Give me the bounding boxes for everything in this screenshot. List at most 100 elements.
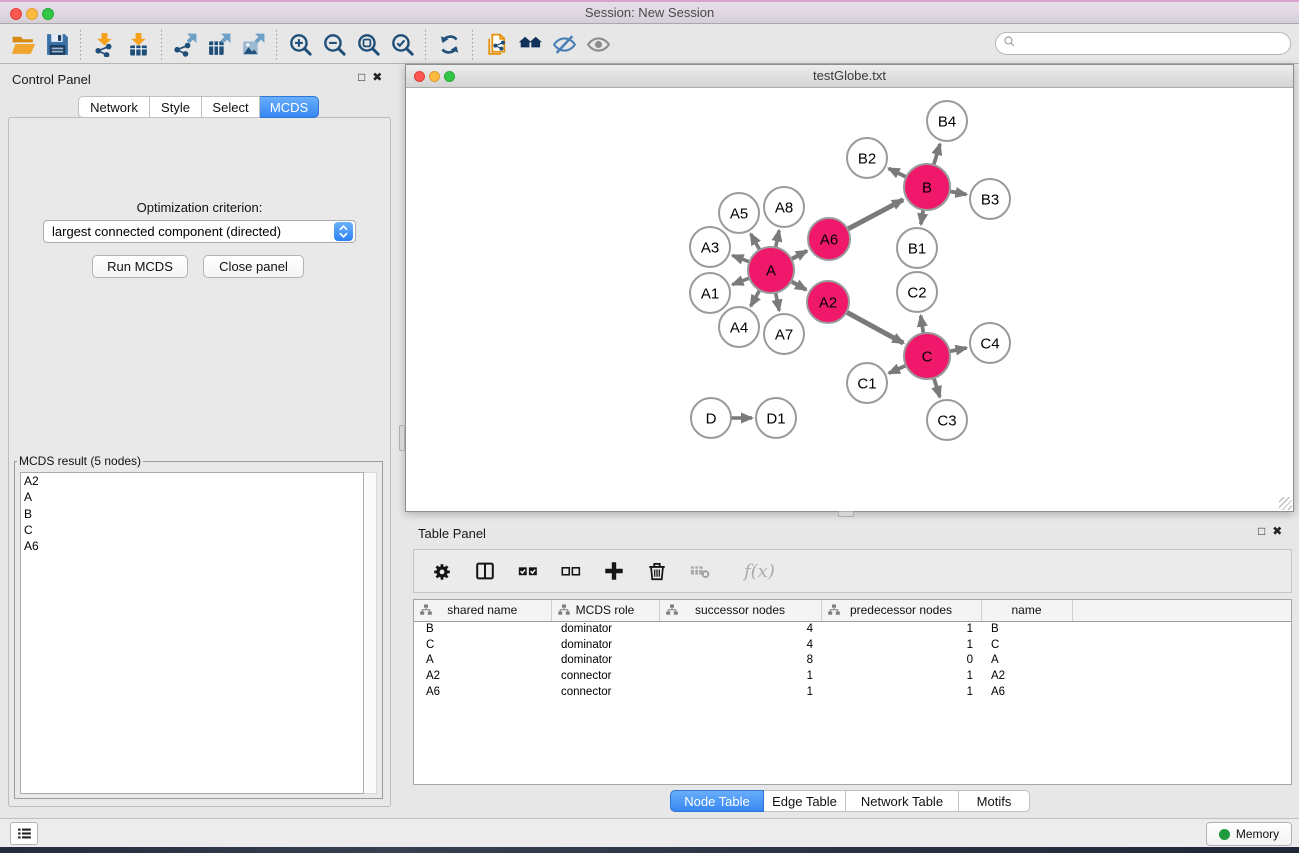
- tab-network-table[interactable]: Network Table: [846, 790, 959, 812]
- column-header-shared-name[interactable]: shared name: [414, 600, 551, 621]
- add-column-icon[interactable]: [600, 557, 628, 585]
- mcds-result-list[interactable]: A2ABCA6: [20, 472, 364, 794]
- table-row[interactable]: A2connector11A2: [414, 668, 1291, 684]
- network-zoom-button[interactable]: [444, 71, 455, 82]
- table-row[interactable]: Adominator80A: [414, 652, 1291, 668]
- criterion-dropdown[interactable]: largest connected component (directed): [43, 220, 356, 243]
- desktop-background-strip: [0, 847, 1299, 853]
- svg-text:B3: B3: [981, 191, 999, 208]
- zoom-in-icon[interactable]: [283, 29, 317, 61]
- zoom-fit-icon[interactable]: [351, 29, 385, 61]
- column-header-filler: [1072, 600, 1291, 621]
- graph-node-A6[interactable]: A6: [808, 218, 850, 260]
- network-minimize-button[interactable]: [429, 71, 440, 82]
- close-table-panel-icon[interactable]: ✖: [1272, 524, 1282, 538]
- open-folder-icon[interactable]: [6, 29, 40, 61]
- clone-network-icon[interactable]: [479, 29, 513, 61]
- tab-edge-table[interactable]: Edge Table: [764, 790, 846, 812]
- graph-node-A7[interactable]: A7: [764, 314, 804, 354]
- minimize-window-button[interactable]: [26, 8, 38, 20]
- split-panel-icon[interactable]: [471, 557, 499, 585]
- mcds-result-item[interactable]: A6: [21, 538, 363, 554]
- search-input[interactable]: [1016, 37, 1290, 51]
- column-header-MCDS-role[interactable]: MCDS role: [551, 600, 659, 621]
- export-table-icon[interactable]: [202, 29, 236, 61]
- graph-node-B1[interactable]: B1: [897, 228, 937, 268]
- dropdown-stepper-icon: [334, 222, 353, 241]
- save-icon[interactable]: [40, 29, 74, 61]
- graph-node-B[interactable]: B: [904, 164, 950, 210]
- deselect-all-icon[interactable]: [557, 557, 585, 585]
- export-image-icon[interactable]: [236, 29, 270, 61]
- home-icon[interactable]: [513, 29, 547, 61]
- memory-button[interactable]: Memory: [1206, 822, 1292, 846]
- network-close-button[interactable]: [414, 71, 425, 82]
- zoom-out-icon[interactable]: [317, 29, 351, 61]
- svg-text:C4: C4: [980, 335, 999, 352]
- graph-node-C2[interactable]: C2: [897, 272, 937, 312]
- gear-icon[interactable]: [428, 557, 456, 585]
- tab-network[interactable]: Network: [78, 96, 150, 118]
- table-row[interactable]: Cdominator41C: [414, 637, 1291, 653]
- tab-node-table[interactable]: Node Table: [670, 790, 764, 812]
- horizontal-splitter-handle[interactable]: [838, 511, 854, 517]
- show-eye-icon[interactable]: [581, 29, 615, 61]
- status-bar: Memory: [0, 818, 1299, 847]
- zoom-window-button[interactable]: [42, 8, 54, 20]
- mcds-result-item[interactable]: B: [21, 506, 363, 522]
- select-all-icon[interactable]: [514, 557, 542, 585]
- close-panel-button[interactable]: Close panel: [203, 255, 304, 278]
- hide-eye-icon[interactable]: [547, 29, 581, 61]
- export-network-icon[interactable]: [168, 29, 202, 61]
- mcds-result-item[interactable]: A2: [21, 473, 363, 489]
- function-builder-icon[interactable]: f(x): [744, 561, 775, 582]
- graph-node-D1[interactable]: D1: [756, 398, 796, 438]
- mcds-result-scrollbar[interactable]: [364, 472, 377, 794]
- tab-style[interactable]: Style: [150, 96, 202, 118]
- resize-grip-icon[interactable]: [1279, 497, 1292, 510]
- network-canvas[interactable]: B4 B2 B B3 A8A5 A6 A3 B1 A A1 C2 A2 A4 A7 C4 C C1 C3 D D1: [406, 88, 1293, 512]
- graph-node-A1[interactable]: A1: [690, 273, 730, 313]
- graph-node-C3[interactable]: C3: [927, 400, 967, 440]
- delete-icon[interactable]: [643, 557, 671, 585]
- graph-node-A3[interactable]: A3: [690, 227, 730, 267]
- network-window-titlebar[interactable]: testGlobe.txt: [406, 65, 1293, 88]
- graph-node-D[interactable]: D: [691, 398, 731, 438]
- tab-motifs[interactable]: Motifs: [959, 790, 1030, 812]
- import-table-icon[interactable]: [121, 29, 155, 61]
- close-window-button[interactable]: [10, 8, 22, 20]
- graph-node-B2[interactable]: B2: [847, 138, 887, 178]
- column-header-predecessor-nodes[interactable]: predecessor nodes: [821, 600, 981, 621]
- table-row[interactable]: A6connector11A6: [414, 684, 1291, 700]
- table-panel-tabs: Node TableEdge TableNetwork TableMotifs: [670, 790, 1030, 812]
- graph-node-A5[interactable]: A5: [719, 193, 759, 233]
- mcds-result-item[interactable]: A: [21, 489, 363, 505]
- graph-node-C4[interactable]: C4: [970, 323, 1010, 363]
- svg-text:A4: A4: [730, 319, 748, 336]
- zoom-selected-icon[interactable]: [385, 29, 419, 61]
- graph-node-C[interactable]: C: [904, 333, 950, 379]
- delete-table-icon[interactable]: [686, 557, 714, 585]
- table-row[interactable]: Bdominator41B: [414, 621, 1291, 637]
- svg-text:A2: A2: [819, 294, 837, 311]
- graph-node-B3[interactable]: B3: [970, 179, 1010, 219]
- refresh-icon[interactable]: [432, 29, 466, 61]
- float-panel-icon[interactable]: □: [358, 70, 365, 84]
- close-panel-icon[interactable]: ✖: [372, 70, 382, 84]
- run-mcds-button[interactable]: Run MCDS: [92, 255, 188, 278]
- import-network-icon[interactable]: [87, 29, 121, 61]
- vertical-splitter-handle[interactable]: [399, 425, 405, 451]
- graph-node-B4[interactable]: B4: [927, 101, 967, 141]
- tab-mcds[interactable]: MCDS: [260, 96, 319, 118]
- graph-node-A4[interactable]: A4: [719, 307, 759, 347]
- mcds-result-item[interactable]: C: [21, 522, 363, 538]
- column-header-name[interactable]: name: [981, 600, 1072, 621]
- graph-node-A[interactable]: A: [748, 247, 794, 293]
- tab-select[interactable]: Select: [202, 96, 260, 118]
- graph-node-A8[interactable]: A8: [764, 187, 804, 227]
- task-history-button[interactable]: [10, 822, 38, 845]
- column-header-successor-nodes[interactable]: successor nodes: [659, 600, 821, 621]
- graph-node-A2[interactable]: A2: [807, 281, 849, 323]
- float-table-panel-icon[interactable]: □: [1258, 524, 1265, 538]
- graph-node-C1[interactable]: C1: [847, 363, 887, 403]
